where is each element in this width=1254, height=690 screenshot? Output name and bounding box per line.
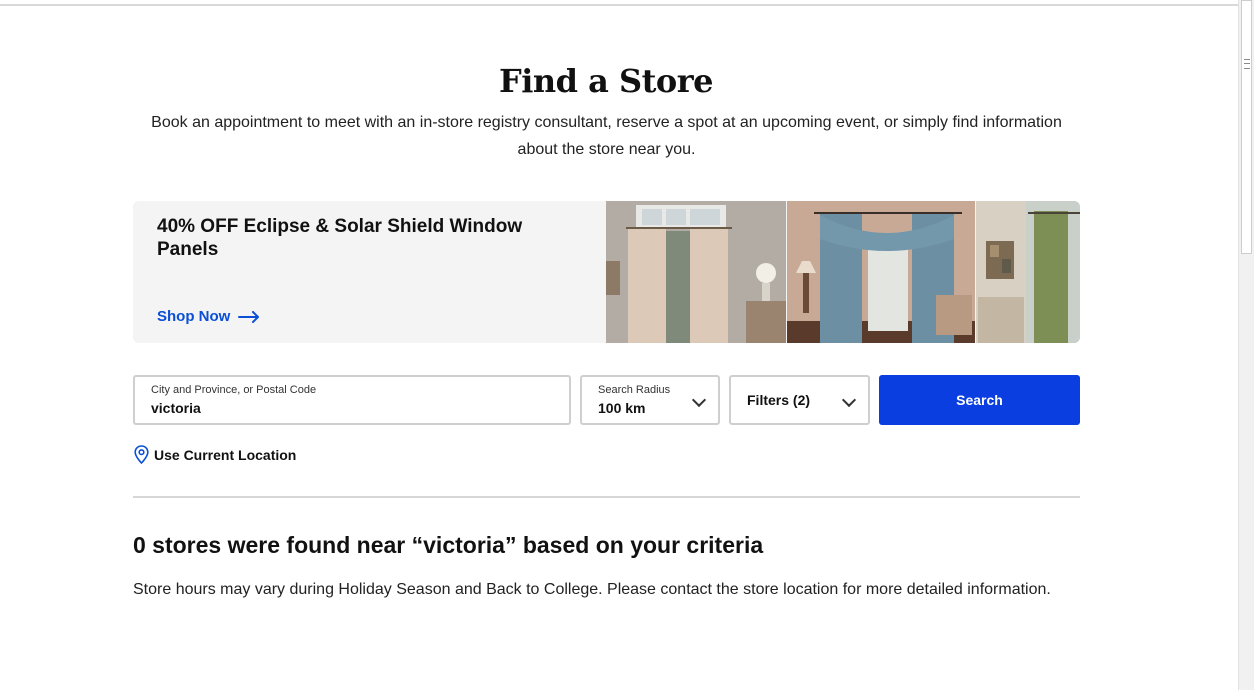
filters-label: Filters (2)	[747, 392, 811, 408]
location-field[interactable]: City and Province, or Postal Code	[133, 375, 571, 425]
page: Find a Store Book an appointment to meet…	[0, 0, 1254, 690]
scrollbar-thumb[interactable]	[1241, 0, 1252, 254]
search-radius-select[interactable]: Search Radius 100 km	[580, 375, 720, 425]
location-input[interactable]	[151, 400, 551, 416]
chevron-down-icon	[841, 392, 857, 408]
shop-now-label: Shop Now	[157, 308, 231, 325]
promo-headline: 40% OFF Eclipse & Solar Shield Window Pa…	[157, 216, 523, 260]
curtain-photo-2	[787, 201, 975, 343]
vertical-scrollbar[interactable]	[1238, 0, 1254, 690]
shop-now-link[interactable]: Shop Now	[157, 308, 260, 325]
results-note: Store hours may vary during Holiday Seas…	[133, 581, 1051, 598]
filters-dropdown[interactable]: Filters (2)	[729, 375, 870, 425]
use-current-location-label: Use Current Location	[154, 446, 297, 463]
search-radius-value: 100 km	[598, 400, 646, 416]
page-title: Find a Store	[499, 62, 713, 100]
curtain-photos	[606, 201, 1080, 343]
location-pin-icon	[134, 445, 149, 464]
search-button[interactable]: Search	[879, 375, 1080, 425]
chevron-down-icon	[691, 392, 707, 408]
arrow-right-icon	[238, 310, 260, 323]
results-heading: 0 stores were found near “victoria” base…	[133, 532, 764, 558]
section-divider	[133, 496, 1080, 498]
use-current-location-link[interactable]: Use Current Location	[134, 445, 296, 464]
scrollbar-grip-icon	[1244, 59, 1250, 69]
curtain-photo-1	[606, 201, 786, 343]
search-radius-label: Search Radius	[598, 384, 671, 396]
curtain-photo-3	[976, 201, 1080, 343]
page-intro: Book an appointment to meet with an in-s…	[151, 114, 1062, 158]
location-field-label: City and Province, or Postal Code	[151, 384, 317, 396]
top-divider	[0, 4, 1238, 6]
promo-banner[interactable]: 40% OFF Eclipse & Solar Shield Window Pa…	[133, 201, 1080, 343]
